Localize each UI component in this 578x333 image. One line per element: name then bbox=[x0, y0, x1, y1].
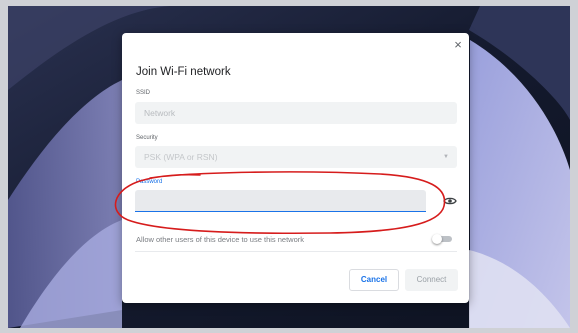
share-network-label: Allow other users of this device to use … bbox=[136, 235, 304, 244]
connect-button[interactable]: Connect bbox=[405, 269, 458, 291]
divider bbox=[135, 251, 457, 252]
cancel-button[interactable]: Cancel bbox=[349, 269, 399, 291]
toggle-knob bbox=[432, 234, 442, 244]
security-value: PSK (WPA or RSN) bbox=[144, 152, 218, 162]
password-field[interactable] bbox=[135, 190, 426, 212]
close-icon[interactable]: × bbox=[451, 38, 465, 52]
dropdown-arrow-icon: ▼ bbox=[443, 154, 449, 160]
security-label: Security bbox=[136, 135, 158, 141]
eye-icon[interactable] bbox=[443, 196, 457, 206]
ssid-label: SSID bbox=[136, 90, 151, 96]
security-select[interactable]: PSK (WPA or RSN) ▼ bbox=[135, 146, 457, 168]
password-label: Password bbox=[136, 179, 163, 185]
share-network-toggle[interactable] bbox=[432, 234, 452, 244]
ssid-field[interactable]: Network bbox=[135, 102, 457, 124]
join-wifi-dialog: × Join Wi-Fi network SSID Network Securi… bbox=[122, 33, 469, 303]
dialog-title: Join Wi-Fi network bbox=[136, 66, 231, 78]
